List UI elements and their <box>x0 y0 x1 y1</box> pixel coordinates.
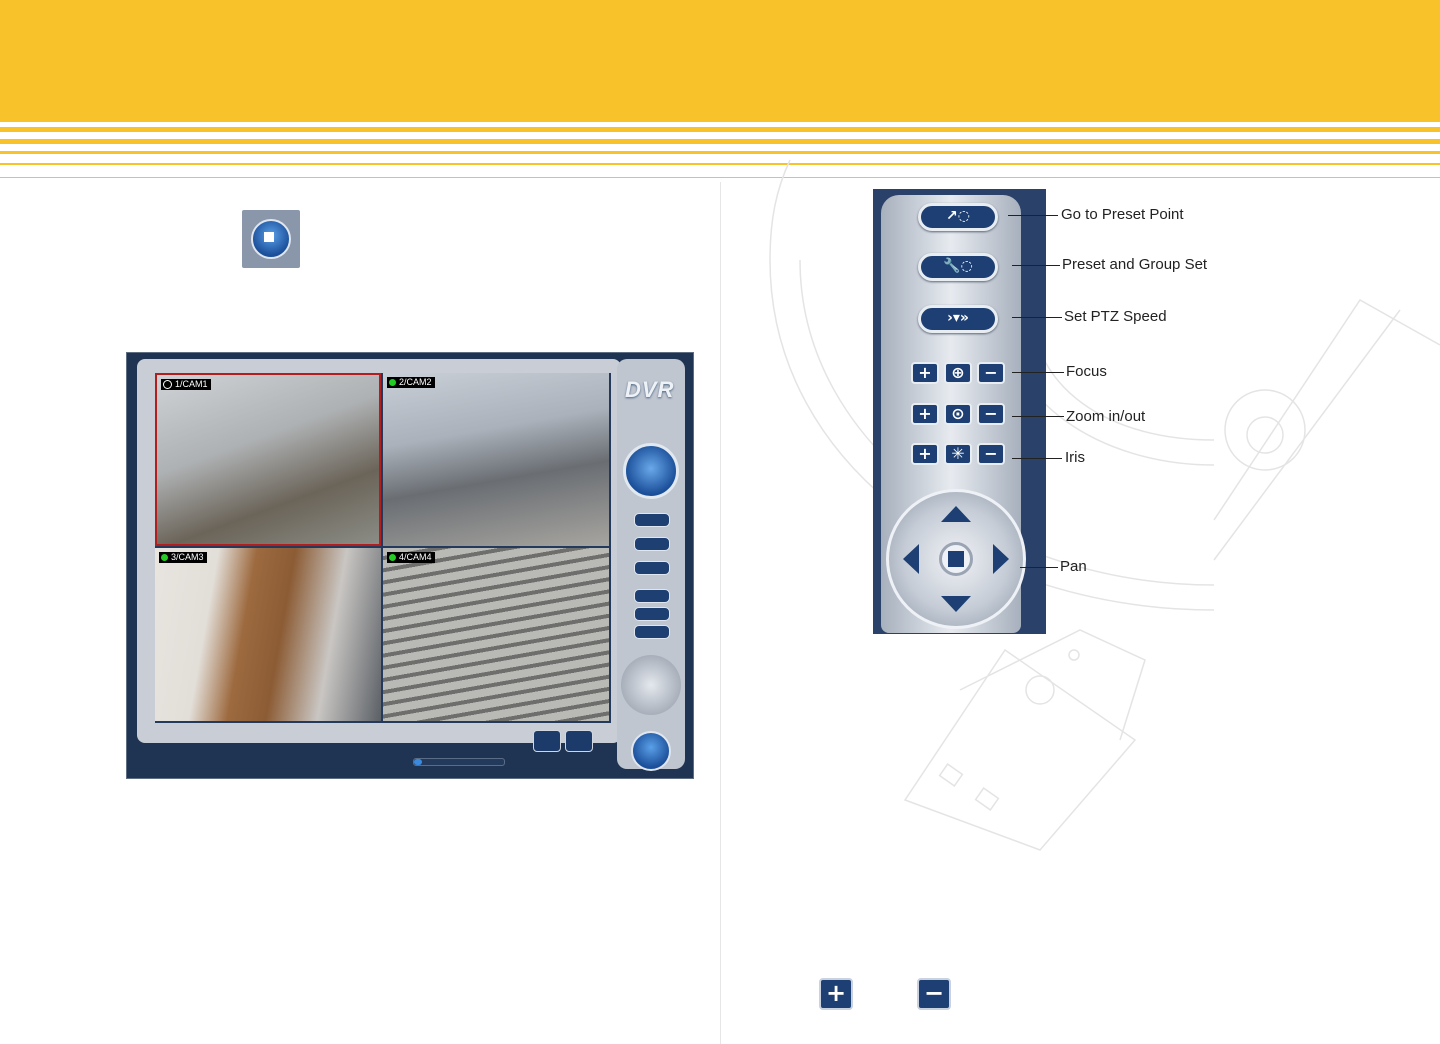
callout-pan: Pan <box>1060 558 1087 575</box>
camera-grid: 1/CAM1 2/CAM2 3/CAM3 4/CAM4 <box>155 373 611 723</box>
pan-pad[interactable] <box>886 489 1026 629</box>
camera-name: 4/CAM4 <box>399 552 432 562</box>
iris-minus-button[interactable]: − <box>977 443 1005 465</box>
zoom-buttons[interactable] <box>634 607 670 621</box>
focus-buttons[interactable] <box>634 589 670 603</box>
dvr-side-panel: DVR <box>617 359 685 771</box>
status-dot-icon <box>389 379 396 386</box>
column-divider <box>720 182 721 1044</box>
dvr-window: 1/CAM1 2/CAM2 3/CAM3 4/CAM4 DVR <box>126 352 694 779</box>
ptz-control-icon[interactable] <box>242 210 300 268</box>
pan-control[interactable] <box>621 655 681 715</box>
camera-name: 1/CAM1 <box>175 379 208 389</box>
focus-icon: ⊕ <box>944 362 972 384</box>
iris-plus-button[interactable]: + <box>911 443 939 465</box>
focus-minus-button[interactable]: − <box>977 362 1005 384</box>
callout-line <box>1012 458 1062 459</box>
preset-group-set-button[interactable]: 🔧◌ <box>918 253 998 281</box>
status-dot-icon <box>163 380 172 389</box>
ptz-speed-button[interactable] <box>634 561 670 575</box>
dvr-bottom-bar <box>133 730 613 770</box>
camera-view-3[interactable]: 3/CAM3 <box>155 548 381 721</box>
callout-focus: Focus <box>1066 363 1107 380</box>
snapshot-button[interactable] <box>533 730 561 752</box>
camera-label: 2/CAM2 <box>387 377 435 388</box>
callout-line <box>1012 265 1060 266</box>
zoom-controls: + ⊙ − <box>911 403 1007 425</box>
plus-icon: + <box>819 978 853 1010</box>
callout-line <box>1012 372 1064 373</box>
clock-display <box>623 443 679 499</box>
zoom-out-button[interactable]: − <box>977 403 1005 425</box>
dvr-logo: DVR <box>625 377 675 402</box>
callout-preset-group: Preset and Group Set <box>1062 256 1208 273</box>
focus-plus-button[interactable]: + <box>911 362 939 384</box>
callout-line <box>1020 567 1058 568</box>
camera-view-1[interactable]: 1/CAM1 <box>155 373 381 546</box>
record-button[interactable] <box>565 730 593 752</box>
back-button[interactable] <box>631 731 671 771</box>
preset-set-button[interactable] <box>634 537 670 551</box>
goto-preset-button[interactable] <box>634 513 670 527</box>
callout-line <box>1008 215 1058 216</box>
iris-buttons[interactable] <box>634 625 670 639</box>
zoom-icon: ⊙ <box>944 403 972 425</box>
callout-line <box>1012 416 1064 417</box>
goto-preset-button[interactable]: ↗◌ <box>918 203 998 231</box>
status-dot-icon <box>389 554 396 561</box>
camera-label: 4/CAM4 <box>387 552 435 563</box>
video-frame: 1/CAM1 2/CAM2 3/CAM3 4/CAM4 <box>137 359 621 743</box>
camera-name: 3/CAM3 <box>171 552 204 562</box>
camera-name: 2/CAM2 <box>399 377 432 387</box>
status-dot-icon <box>161 554 168 561</box>
zoom-in-button[interactable]: + <box>911 403 939 425</box>
callout-preset-point: Go to Preset Point <box>1061 206 1184 223</box>
pan-stop-button[interactable] <box>939 542 973 576</box>
ptz-speed-button[interactable]: ›▾» <box>918 305 998 333</box>
camera-label: 3/CAM3 <box>159 552 207 563</box>
iris-icon: ✳ <box>944 443 972 465</box>
camera-view-4[interactable]: 4/CAM4 <box>383 548 609 721</box>
callout-zoom: Zoom in/out <box>1066 408 1146 425</box>
callout-iris: Iris <box>1065 449 1085 466</box>
camera-label: 1/CAM1 <box>161 379 211 390</box>
focus-controls: + ⊕ − <box>911 362 1007 384</box>
camera-view-2[interactable]: 2/CAM2 <box>383 373 609 546</box>
minus-icon: − <box>917 978 951 1010</box>
callout-line <box>1012 317 1062 318</box>
iris-controls: + ✳ − <box>911 443 1007 465</box>
playback-progress[interactable] <box>413 758 505 766</box>
callout-ptz-speed: Set PTZ Speed <box>1064 308 1167 325</box>
